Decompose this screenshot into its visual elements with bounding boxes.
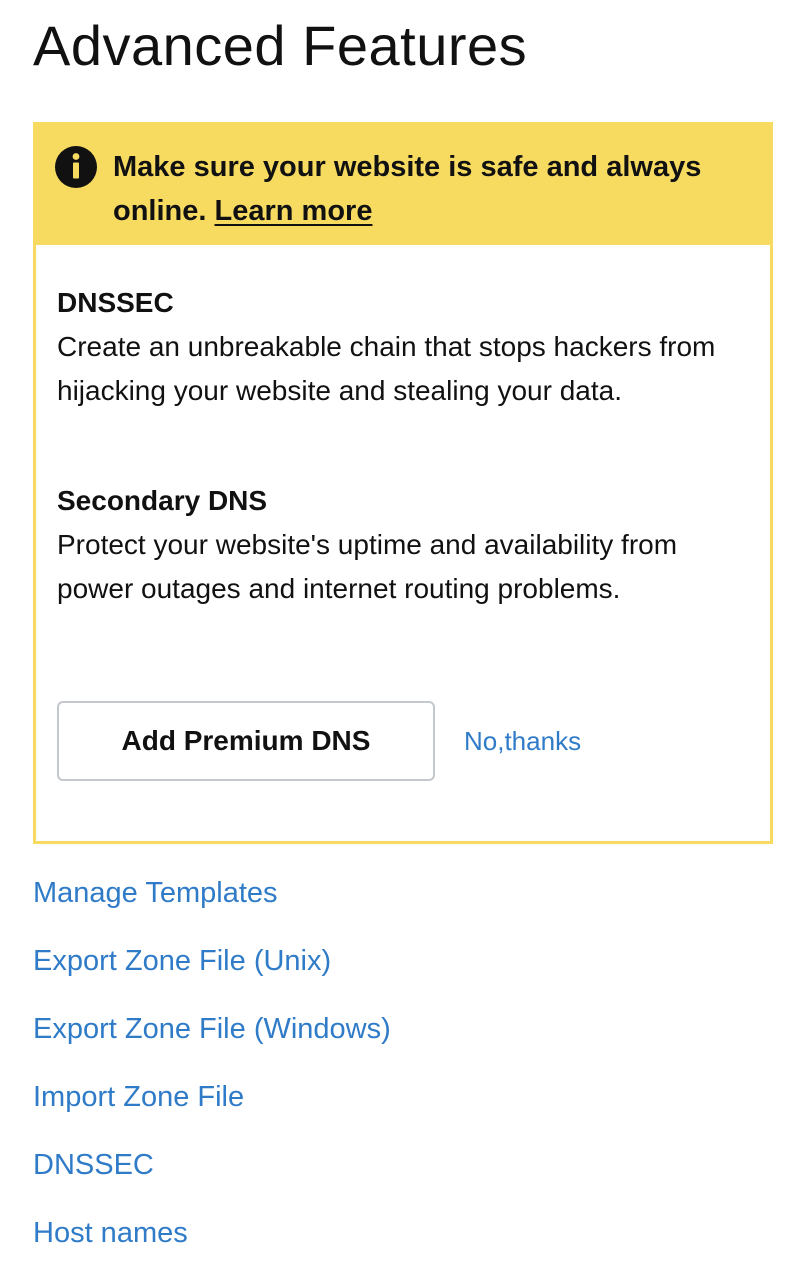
import-zone-file-link[interactable]: Import Zone File bbox=[33, 1081, 244, 1113]
advanced-features-page: Advanced Features Make sure your website… bbox=[0, 0, 804, 1275]
learn-more-link[interactable]: Learn more bbox=[215, 195, 373, 227]
feature-secondary-dns: Secondary DNS Protect your website's upt… bbox=[57, 479, 747, 611]
no-thanks-link[interactable]: No,thanks bbox=[464, 723, 581, 759]
manage-templates-link[interactable]: Manage Templates bbox=[33, 877, 278, 909]
banner-message: Make sure your website is safe and alway… bbox=[113, 145, 733, 233]
list-item: Export Zone File (Windows) bbox=[33, 1006, 391, 1074]
feature-description: Create an unbreakable chain that stops h… bbox=[57, 331, 716, 406]
page-title: Advanced Features bbox=[33, 14, 528, 77]
list-item: Import Zone File bbox=[33, 1074, 391, 1142]
list-item: Host names bbox=[33, 1210, 391, 1275]
add-premium-dns-button[interactable]: Add Premium DNS bbox=[57, 701, 435, 781]
banner-text: Make sure your website is safe and alway… bbox=[113, 151, 702, 227]
feature-title: Secondary DNS bbox=[57, 485, 268, 516]
list-item: Export Zone File (Unix) bbox=[33, 938, 391, 1006]
feature-title: DNSSEC bbox=[57, 287, 174, 318]
promo-banner: Make sure your website is safe and alway… bbox=[36, 125, 770, 245]
premium-dns-promo-card: Make sure your website is safe and alway… bbox=[33, 122, 773, 844]
dnssec-link[interactable]: DNSSEC bbox=[33, 1149, 154, 1181]
feature-description: Protect your website's uptime and availa… bbox=[57, 529, 678, 604]
advanced-links-list: Manage Templates Export Zone File (Unix)… bbox=[33, 870, 391, 1275]
export-zone-file-unix-link[interactable]: Export Zone File (Unix) bbox=[33, 945, 331, 977]
list-item: Manage Templates bbox=[33, 870, 391, 938]
export-zone-file-windows-link[interactable]: Export Zone File (Windows) bbox=[33, 1013, 391, 1045]
list-item: DNSSEC bbox=[33, 1142, 391, 1210]
host-names-link[interactable]: Host names bbox=[33, 1217, 188, 1249]
feature-dnssec: DNSSEC Create an unbreakable chain that … bbox=[57, 281, 747, 413]
info-icon bbox=[54, 145, 98, 189]
